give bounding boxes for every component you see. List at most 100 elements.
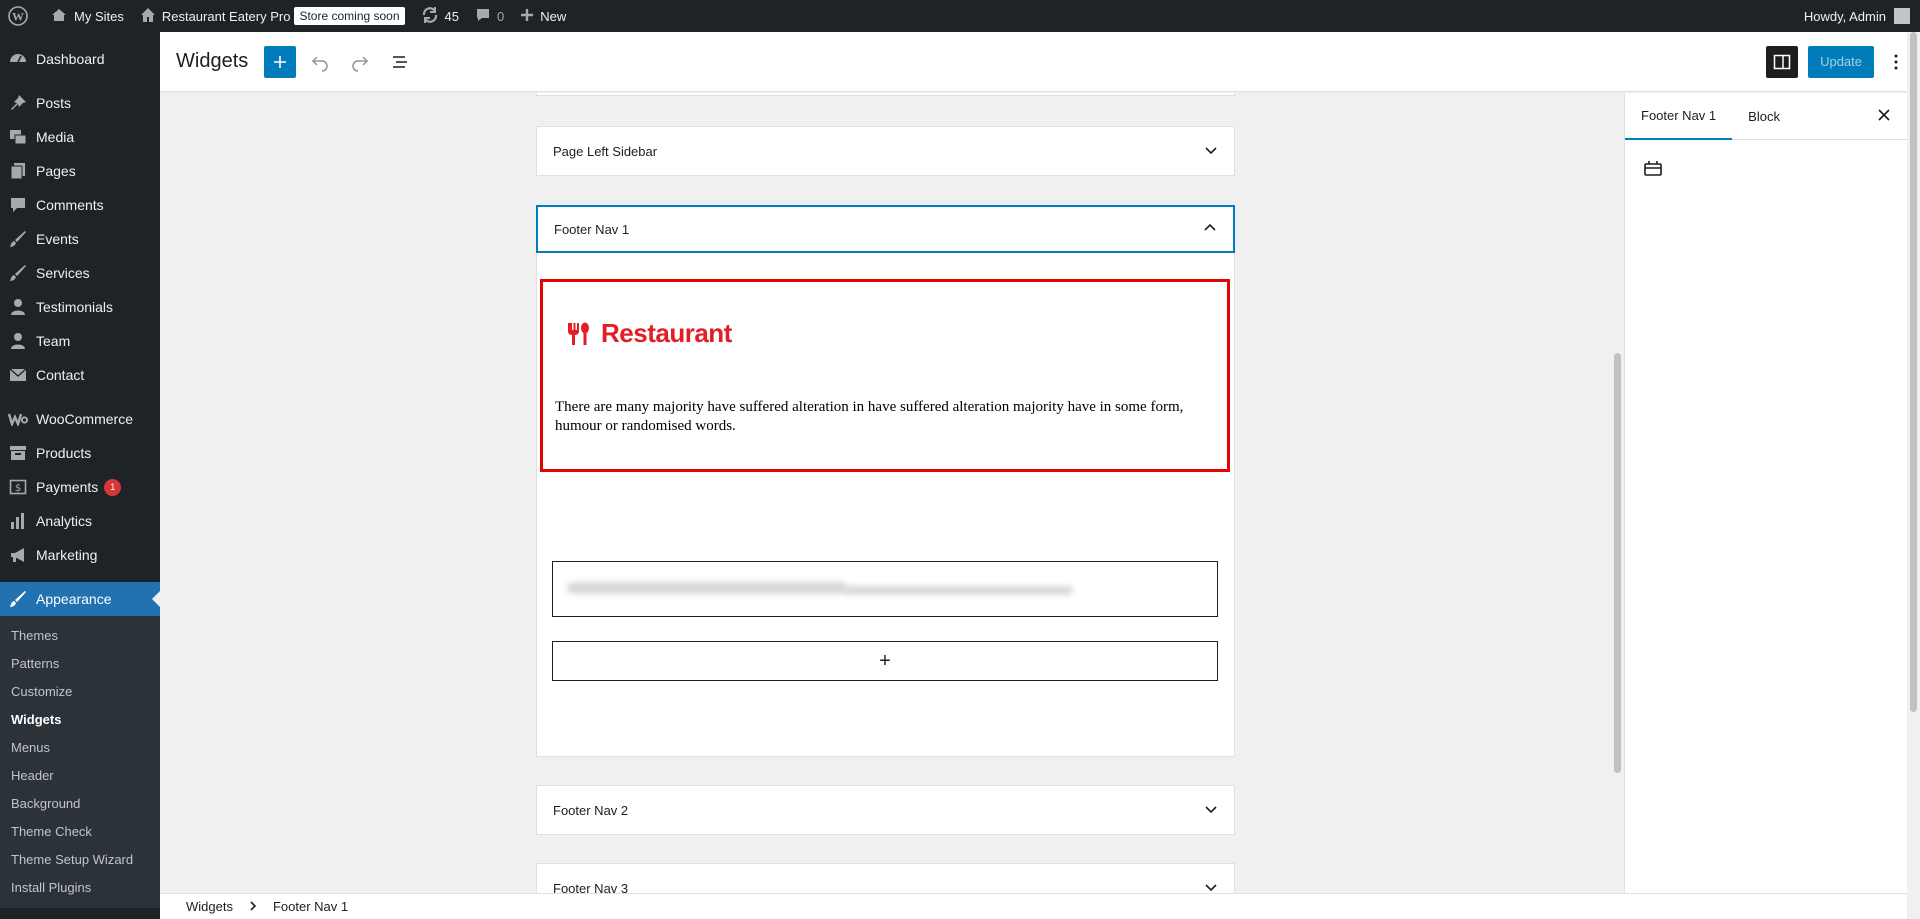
account-menu[interactable]: Howdy, Admin — [1804, 8, 1920, 24]
comments-icon — [8, 195, 28, 215]
brush-icon — [8, 263, 28, 283]
update-button[interactable]: Update — [1808, 45, 1874, 78]
updates-link[interactable]: 45 — [413, 0, 467, 32]
selected-text-widget-block[interactable]: Restaurant There are many majority have … — [540, 279, 1230, 472]
widget-area-title: Page Left Sidebar — [553, 143, 658, 159]
menu-events[interactable]: Events — [0, 222, 160, 256]
menu-payments[interactable]: $ Payments 1 — [0, 470, 160, 504]
menu-analytics[interactable]: Analytics — [0, 504, 160, 538]
menu-dashboard[interactable]: Dashboard — [0, 42, 160, 76]
menu-analytics-label: Analytics — [36, 513, 93, 529]
breadcrumb-current[interactable]: Footer Nav 1 — [273, 899, 348, 914]
avatar — [1894, 8, 1910, 24]
submenu-patterns[interactable]: Patterns — [0, 650, 160, 678]
list-view-icon — [393, 55, 408, 68]
list-view-button[interactable] — [384, 46, 416, 78]
settings-sidebar: Footer Nav 1 Block — [1624, 93, 1907, 893]
menu-appearance[interactable]: Appearance — [0, 582, 160, 616]
plus-icon — [520, 8, 540, 25]
widget-area-header[interactable]: Footer Nav 1 — [536, 205, 1235, 253]
widget-area-previous — [536, 93, 1235, 96]
close-icon[interactable] — [1877, 108, 1891, 125]
widget-area-title: Footer Nav 1 — [554, 221, 630, 237]
page-scrollbar[interactable] — [1907, 32, 1920, 919]
menu-posts[interactable]: Posts — [0, 86, 160, 120]
menu-testimonials-label: Testimonials — [36, 299, 114, 315]
menu-posts-label: Posts — [36, 95, 72, 111]
menu-payments-label: Payments — [36, 479, 99, 495]
submenu-themes[interactable]: Themes — [0, 622, 160, 650]
tab-widget-area[interactable]: Footer Nav 1 — [1625, 93, 1733, 140]
menu-services[interactable]: Services — [0, 256, 160, 290]
canvas-scrollbar[interactable] — [1611, 93, 1623, 893]
submenu-theme-setup-wizard[interactable]: Theme Setup Wizard — [0, 846, 160, 874]
comments-link[interactable]: 0 — [467, 0, 512, 32]
menu-products-label: Products — [36, 445, 92, 461]
submenu-install-plugins[interactable]: Install Plugins — [0, 874, 160, 902]
site-name-link[interactable]: Restaurant Eatery Pro Store coming soon — [132, 0, 413, 32]
submenu-header[interactable]: Header — [0, 762, 160, 790]
settings-sidebar-toggle[interactable] — [1766, 45, 1799, 78]
wordpress-logo-icon[interactable]: W — [0, 0, 42, 32]
widget-paragraph[interactable]: There are many majority have suffered al… — [555, 398, 1215, 436]
submenu-customize[interactable]: Customize — [0, 678, 160, 706]
menu-pages-label: Pages — [36, 163, 76, 179]
menu-comments[interactable]: Comments — [0, 188, 160, 222]
brush-icon — [8, 229, 28, 249]
redo-button[interactable] — [344, 46, 376, 78]
new-content-link[interactable]: New — [512, 0, 574, 32]
page-scrollbar-thumb[interactable] — [1910, 32, 1917, 712]
block-inserter-button[interactable] — [264, 45, 297, 78]
redacted-content — [843, 586, 1073, 595]
redacted-content — [567, 582, 847, 594]
add-block-appender[interactable]: + — [552, 641, 1218, 681]
widget-area-header[interactable]: Page Left Sidebar — [537, 127, 1234, 175]
blurred-form-field[interactable] — [552, 561, 1218, 617]
menu-media[interactable]: Media — [0, 120, 160, 154]
admin-sidebar: Dashboard Posts Media Pages Comments Eve… — [0, 32, 160, 919]
breadcrumb-root[interactable]: Widgets — [186, 899, 233, 914]
widget-area-header[interactable]: Footer Nav 2 — [537, 786, 1234, 834]
my-sites-link[interactable]: My Sites — [42, 0, 132, 32]
menu-team[interactable]: Team — [0, 324, 160, 358]
menu-pages[interactable]: Pages — [0, 154, 160, 188]
widget-area-header[interactable]: Footer Nav 3 — [537, 864, 1234, 893]
page-title: Widgets — [176, 50, 249, 72]
fork-spoon-icon — [568, 322, 589, 345]
updates-icon — [421, 6, 445, 27]
menu-products[interactable]: Products — [0, 436, 160, 470]
menu-testimonials[interactable]: Testimonials — [0, 290, 160, 324]
admin-bar: W My Sites Restaurant Eatery Pro Store c… — [0, 0, 1920, 32]
menu-appearance-label: Appearance — [36, 591, 112, 607]
redo-icon — [352, 55, 369, 72]
menu-marketing[interactable]: Marketing — [0, 538, 160, 572]
vertical-ellipsis-icon — [1894, 54, 1898, 69]
menu-services-label: Services — [36, 265, 90, 281]
widget-area-title: Footer Nav 2 — [553, 802, 629, 818]
chevron-down-icon — [1204, 802, 1218, 819]
undo-button[interactable] — [304, 46, 336, 78]
menu-marketing-label: Marketing — [36, 547, 98, 563]
submenu-theme-check[interactable]: Theme Check — [0, 818, 160, 846]
svg-text:W: W — [12, 10, 24, 24]
canvas-scrollbar-thumb[interactable] — [1614, 353, 1621, 773]
my-sites-icon — [50, 7, 74, 26]
submenu-widgets[interactable]: Widgets — [0, 706, 160, 734]
more-options-button[interactable] — [1884, 46, 1908, 78]
widget-area-footer-nav-3[interactable]: Footer Nav 3 — [536, 863, 1235, 893]
chevron-down-icon — [1204, 880, 1218, 894]
widget-area-icon — [1643, 159, 1663, 182]
menu-woocommerce[interactable]: WooCommerce — [0, 402, 160, 436]
submenu-background[interactable]: Background — [0, 790, 160, 818]
comments-count: 0 — [497, 8, 505, 24]
widget-area-page-left-sidebar[interactable]: Page Left Sidebar — [536, 126, 1235, 176]
widget-area-footer-nav-1[interactable]: Footer Nav 1 Restaurant There are many m… — [536, 205, 1235, 757]
widget-area-footer-nav-2[interactable]: Footer Nav 2 — [536, 785, 1235, 835]
settings-tabs: Footer Nav 1 Block — [1625, 93, 1907, 140]
tab-block[interactable]: Block — [1732, 93, 1796, 140]
menu-team-label: Team — [36, 333, 71, 349]
menu-contact[interactable]: Contact — [0, 358, 160, 392]
submenu-menus[interactable]: Menus — [0, 734, 160, 762]
undo-icon — [312, 55, 328, 72]
chevron-down-icon — [1204, 143, 1218, 160]
